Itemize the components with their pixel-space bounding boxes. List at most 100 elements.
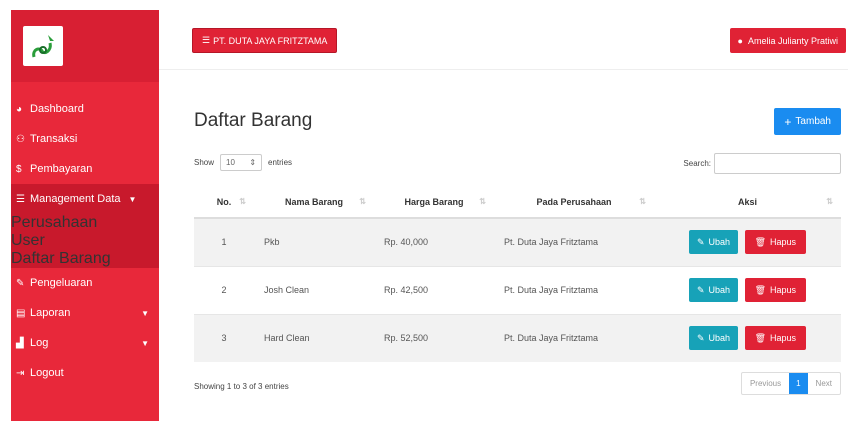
- cell-harga: Rp. 40,000: [374, 217, 494, 266]
- sidebar-item-logout[interactable]: ⇥ Logout: [11, 358, 159, 388]
- edit-button[interactable]: ✎ Ubah: [688, 326, 739, 351]
- list-icon: ☰: [202, 35, 211, 45]
- company-button[interactable]: ☰ PT. DUTA JAYA FRITZTAMA: [192, 28, 338, 53]
- sort-icon: ⇅: [826, 197, 833, 206]
- sidebar-item-label: Transaksi: [30, 133, 78, 145]
- caret-down-icon: ▼: [141, 338, 149, 348]
- pagination-page[interactable]: 1: [789, 373, 808, 394]
- trash-icon: 🗑: [754, 236, 766, 247]
- sidebar-item-label: Log: [30, 337, 49, 349]
- data-table: No. ⇅ Nama Barang ⇅ Harga Barang ⇅ Pada Per…: [194, 187, 841, 362]
- edit-icon: ✎: [696, 284, 705, 295]
- pagination-next[interactable]: Next: [808, 373, 840, 394]
- cell-no: 3: [194, 313, 254, 362]
- cell-nama: Pkb: [254, 217, 374, 266]
- table-info: Showing 1 to 3 of 3 entries: [194, 382, 289, 391]
- table-row: 3 Hard Clean Rp. 52,500 Pt. Duta Jaya Fr…: [194, 313, 841, 362]
- edit-button[interactable]: ✎ Ubah: [688, 230, 739, 255]
- column-header-no[interactable]: No. ⇅: [194, 187, 254, 219]
- caret-down-icon: ▼: [128, 194, 137, 204]
- plus-icon: +: [784, 114, 792, 129]
- entries-label: entries: [268, 158, 293, 167]
- cell-harga: Rp. 52,500: [374, 313, 494, 362]
- sidebar-item-label: Pengeluaran: [30, 277, 93, 289]
- show-label: Show: [194, 158, 215, 167]
- cell-harga: Rp. 42,500: [374, 265, 494, 314]
- column-header-aksi[interactable]: Aksi ⇅: [654, 187, 841, 219]
- pagination: Previous 1 Next: [740, 372, 841, 395]
- cell-perusahaan: Pt. Duta Jaya Fritztama: [494, 217, 654, 266]
- cell-nama: Josh Clean: [254, 265, 374, 314]
- dashboard-icon: ◕: [16, 103, 23, 115]
- cell-perusahaan: Pt. Duta Jaya Fritztama: [494, 265, 654, 314]
- sort-icon: ⇅: [239, 197, 246, 206]
- sidebar-subitem-daftar-barang[interactable]: Daftar Barang: [11, 250, 159, 268]
- sidebar-item-label: Logout: [30, 367, 64, 379]
- search-label: Search:: [683, 159, 711, 168]
- sidebar-item-laporan[interactable]: ▤ Laporan ▼: [11, 298, 159, 328]
- logo-icon[interactable]: [23, 26, 63, 66]
- company-label: PT. DUTA JAYA FRITZTAMA: [213, 35, 328, 46]
- topbar: ☰ PT. DUTA JAYA FRITZTAMA ● Amelia Julia…: [159, 10, 848, 70]
- search-input[interactable]: [714, 153, 841, 174]
- sidebar-group-management-data: ☰ Management Data ▼ Perusahaan User Daft…: [11, 184, 159, 268]
- logout-icon: ⇥: [16, 367, 25, 379]
- sidebar: ◕ Dashboard ⚇ Transaksi $ Pembayaran ☰ M…: [11, 10, 159, 421]
- delete-button[interactable]: 🗑 Hapus: [744, 326, 807, 351]
- sidebar-item-label: Dashboard: [30, 103, 84, 115]
- edit-icon: ✎: [16, 277, 25, 289]
- user-name: Amelia Julianty Pratiwi: [747, 35, 838, 46]
- brand: [11, 10, 159, 82]
- table-header-row: No. ⇅ Nama Barang ⇅ Harga Barang ⇅ Pada Per…: [194, 187, 841, 219]
- sort-icon: ⇅: [479, 197, 486, 206]
- sidebar-subitem-user[interactable]: User: [11, 232, 159, 250]
- dollar-icon: $: [16, 163, 22, 175]
- cell-no: 2: [194, 265, 254, 314]
- pagination-previous[interactable]: Previous: [742, 373, 789, 394]
- table-row: 2 Josh Clean Rp. 42,500 Pt. Duta Jaya Fr…: [194, 265, 841, 314]
- delete-button[interactable]: 🗑 Hapus: [744, 230, 807, 255]
- delete-button[interactable]: 🗑 Hapus: [744, 278, 807, 302]
- sidebar-subitem-perusahaan[interactable]: Perusahaan: [11, 214, 159, 232]
- sidebar-item-label: Pembayaran: [30, 163, 93, 175]
- sidebar-nav: ◕ Dashboard ⚇ Transaksi $ Pembayaran ☰ M…: [11, 82, 159, 388]
- entries-length: Show 10 ⇕ entries: [194, 154, 292, 171]
- sidebar-item-log[interactable]: ▟ Log ▼: [11, 328, 159, 358]
- select-arrows-icon: ⇕: [249, 158, 257, 167]
- column-header-nama[interactable]: Nama Barang ⇅: [254, 187, 374, 219]
- sidebar-item-label: Laporan: [30, 307, 71, 319]
- main-content: Daftar Barang + Tambah Show 10 ⇕ entries…: [159, 70, 848, 421]
- trash-icon: 🗑: [754, 284, 766, 295]
- sidebar-item-pembayaran[interactable]: $ Pembayaran: [11, 154, 159, 184]
- search-area: Search:: [683, 153, 841, 174]
- edit-button[interactable]: ✎ Ubah: [688, 278, 739, 302]
- list-icon: ☰: [16, 193, 25, 205]
- table-row: 1 Pkb Rp. 40,000 Pt. Duta Jaya Fritztama…: [194, 217, 841, 266]
- caret-down-icon: ▼: [141, 308, 149, 318]
- page-title: Daftar Barang: [194, 110, 313, 131]
- cell-no: 1: [194, 217, 254, 266]
- sidebar-item-management-data[interactable]: ☰ Management Data ▼: [11, 184, 159, 214]
- entries-value: 10: [226, 158, 235, 167]
- sidebar-item-pengeluaran[interactable]: ✎ Pengeluaran: [11, 268, 159, 298]
- add-button[interactable]: + Tambah: [774, 108, 841, 135]
- sidebar-item-transaksi[interactable]: ⚇ Transaksi: [11, 124, 159, 154]
- cell-perusahaan: Pt. Duta Jaya Fritztama: [494, 313, 654, 362]
- cell-aksi: ✎ Ubah 🗑 Hapus: [654, 313, 841, 362]
- cell-aksi: ✎ Ubah 🗑 Hapus: [654, 217, 841, 266]
- chart-icon: ▟: [16, 337, 24, 349]
- column-header-perusahaan[interactable]: Pada Perusahaan ⇅: [494, 187, 654, 219]
- file-icon: ▤: [16, 307, 26, 319]
- user-button[interactable]: ● Amelia Julianty Pratiwi: [729, 28, 846, 53]
- user-icon: ●: [737, 35, 743, 46]
- edit-icon: ✎: [696, 236, 705, 247]
- edit-icon: ✎: [696, 332, 705, 343]
- column-header-harga[interactable]: Harga Barang ⇅: [374, 187, 494, 219]
- cell-aksi: ✎ Ubah 🗑 Hapus: [654, 265, 841, 314]
- trash-icon: 🗑: [754, 332, 766, 343]
- add-label: Tambah: [795, 116, 831, 127]
- sort-icon: ⇅: [639, 197, 646, 206]
- sort-icon: ⇅: [359, 197, 366, 206]
- sidebar-item-dashboard[interactable]: ◕ Dashboard: [11, 94, 159, 124]
- entries-select[interactable]: 10 ⇕: [220, 154, 263, 171]
